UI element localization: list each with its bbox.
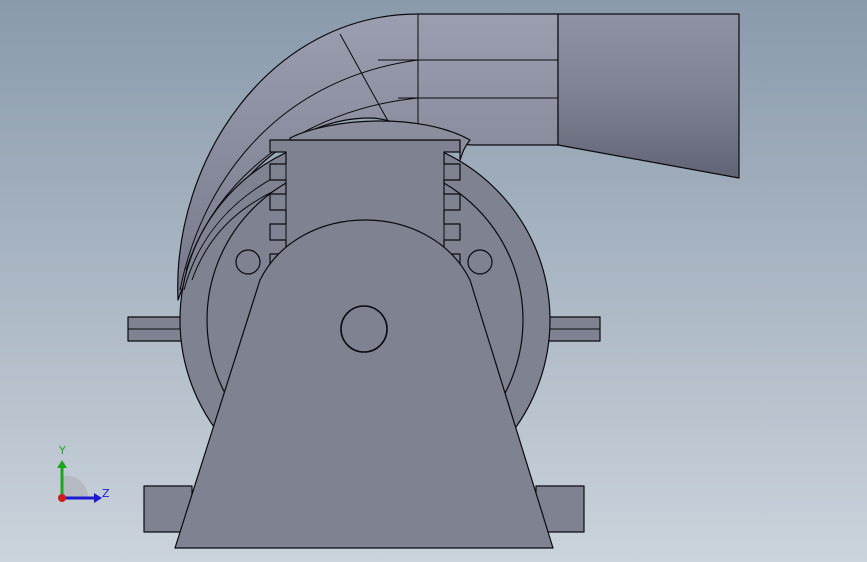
z-axis-label: Z xyxy=(102,487,110,500)
bolt-hole-left[interactable] xyxy=(235,249,261,275)
graphics-viewport[interactable]: Y Z xyxy=(0,0,867,562)
y-axis-arrow xyxy=(57,460,67,468)
triad-plane-wedge xyxy=(62,475,89,498)
outlet-duct[interactable] xyxy=(557,13,740,179)
axis-triad: Y Z xyxy=(40,436,120,516)
y-axis-label: Y xyxy=(58,444,66,457)
bolt-hole-right[interactable] xyxy=(467,249,493,275)
z-axis-arrow xyxy=(94,493,102,503)
shaft-bore[interactable] xyxy=(340,305,388,353)
x-axis-dot xyxy=(58,494,66,502)
blower-model-view[interactable] xyxy=(0,0,867,562)
